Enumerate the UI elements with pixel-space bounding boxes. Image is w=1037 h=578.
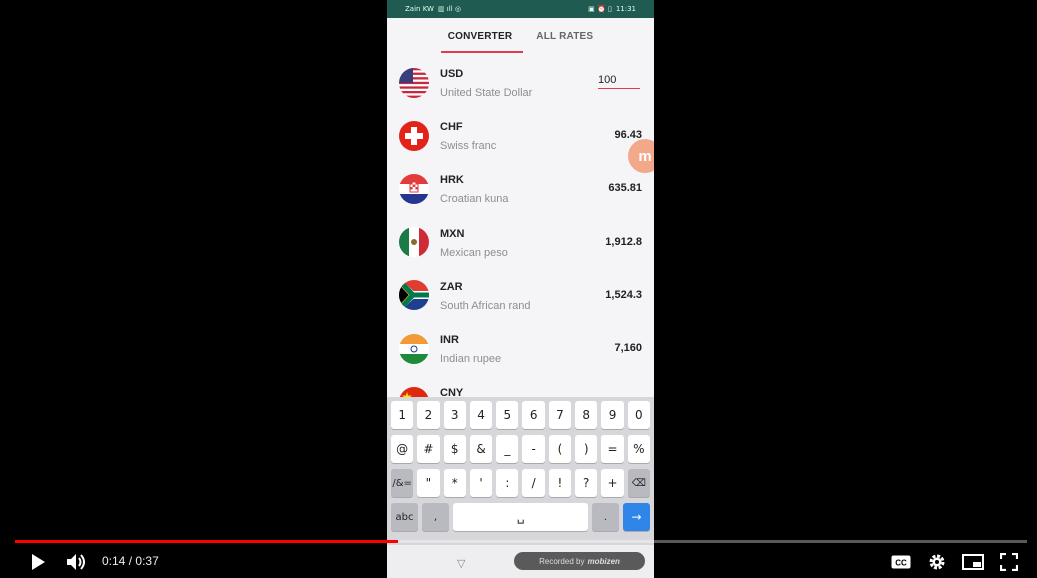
- key-period[interactable]: .: [592, 503, 619, 531]
- svg-text:CC: CC: [895, 559, 907, 568]
- status-icons: ▣ ⏰ ▯: [588, 5, 612, 13]
- currency-row-mxn[interactable]: MXN Mexican peso 1,912.8: [387, 216, 654, 269]
- currency-row-hrk[interactable]: HRK Croatian kuna 635.81: [387, 162, 654, 215]
- keyboard-row-digits: 1 2 3 4 5 6 7 8 9 0: [389, 401, 652, 429]
- carrier-label: Zain KW: [405, 5, 434, 13]
- key-plus[interactable]: +: [601, 469, 624, 497]
- key-exclamation[interactable]: !: [548, 469, 572, 497]
- currency-code: MXN: [440, 227, 465, 240]
- key-slash[interactable]: /: [522, 469, 545, 497]
- player-controls: 0:14 / 0:37 CC: [0, 545, 1037, 578]
- converted-value: 635.81: [608, 182, 642, 195]
- miniplayer-icon[interactable]: [962, 551, 984, 573]
- key-percent[interactable]: %: [627, 435, 650, 463]
- backspace-icon[interactable]: ⌫: [627, 469, 650, 497]
- numeric-keyboard: 1 2 3 4 5 6 7 8 9 0 @ # $ & _ - ( ) = % …: [387, 397, 654, 545]
- tab-bar: CONVERTER ALL RATES: [387, 18, 654, 56]
- key-3[interactable]: 3: [443, 401, 466, 429]
- currency-row-chf[interactable]: CHF Swiss franc 96.43: [387, 109, 654, 162]
- video-player[interactable]: Zain KW ▥ ıll ◎ ▣ ⏰ ▯ 11:31 CONVERTER AL…: [0, 0, 1037, 578]
- progress-bar[interactable]: [15, 540, 1027, 543]
- currency-row-usd[interactable]: USD United State Dollar: [387, 56, 654, 109]
- croatia-flag-icon: [399, 173, 429, 204]
- key-double-quote[interactable]: ": [417, 469, 440, 497]
- key-2[interactable]: 2: [417, 401, 440, 429]
- progress-played: [15, 540, 398, 543]
- amount-input[interactable]: [598, 74, 640, 89]
- india-flag-icon: [399, 333, 429, 364]
- south-africa-flag-icon: [399, 280, 429, 311]
- key-asterisk[interactable]: *: [443, 469, 466, 497]
- settings-icon[interactable]: [926, 551, 948, 573]
- currency-code: HRK: [440, 174, 464, 187]
- duration: 0:37: [135, 554, 159, 568]
- time-display: 0:14 / 0:37: [102, 554, 159, 568]
- key-at[interactable]: @: [391, 435, 414, 463]
- volume-icon[interactable]: [66, 551, 88, 573]
- keyboard-row-bottom: abc , ␣ . →: [389, 503, 652, 531]
- phone-screen: Zain KW ▥ ıll ◎ ▣ ⏰ ▯ 11:31 CONVERTER AL…: [387, 0, 654, 578]
- currency-name: Indian rupee: [440, 352, 502, 365]
- key-6[interactable]: 6: [522, 401, 545, 429]
- key-8[interactable]: 8: [575, 401, 598, 429]
- key-more-symbols[interactable]: /&=: [391, 469, 414, 497]
- status-time: 11:31: [615, 5, 636, 13]
- key-minus[interactable]: -: [522, 435, 545, 463]
- currency-row-zar[interactable]: ZAR South African rand 1,524.3: [387, 269, 654, 322]
- mexico-flag-icon: [399, 227, 429, 258]
- key-0[interactable]: 0: [627, 401, 650, 429]
- key-9[interactable]: 9: [601, 401, 624, 429]
- converted-value: 1,912.8: [605, 235, 642, 248]
- currency-list: USD United State Dollar CHF Swiss franc …: [387, 56, 654, 428]
- currency-name: Croatian kuna: [440, 193, 509, 206]
- us-flag-icon: [399, 67, 429, 98]
- keyboard-row-symbols-2: /&= " * ' : / ! ? + ⌫: [389, 469, 652, 497]
- cc-icon[interactable]: CC: [890, 551, 912, 573]
- key-open-paren[interactable]: (: [548, 435, 572, 463]
- tab-converter[interactable]: CONVERTER: [440, 18, 523, 56]
- currency-name: Mexican peso: [440, 246, 508, 259]
- converted-value: 7,160: [614, 341, 642, 354]
- key-equals[interactable]: =: [601, 435, 624, 463]
- tab-all-rates[interactable]: ALL RATES: [533, 18, 596, 56]
- currency-name: United State Dollar: [440, 87, 533, 99]
- currency-code: ZAR: [440, 280, 463, 293]
- key-4[interactable]: 4: [469, 401, 493, 429]
- current-time: 0:14: [102, 554, 126, 568]
- signal-icon: ▥ ıll ◎: [437, 5, 461, 13]
- key-single-quote[interactable]: ': [469, 469, 493, 497]
- currency-code: USD: [440, 68, 464, 80]
- floating-bubble[interactable]: m: [628, 139, 654, 173]
- enter-arrow-icon[interactable]: →: [623, 503, 650, 531]
- currency-code: CHF: [440, 121, 463, 134]
- converted-value: 1,524.3: [605, 288, 642, 301]
- play-icon[interactable]: [27, 551, 49, 573]
- status-bar: Zain KW ▥ ıll ◎ ▣ ⏰ ▯ 11:31: [387, 0, 654, 18]
- key-1[interactable]: 1: [391, 401, 414, 429]
- key-close-paren[interactable]: ): [575, 435, 598, 463]
- key-5[interactable]: 5: [496, 401, 519, 429]
- key-underscore[interactable]: _: [496, 435, 519, 463]
- key-7[interactable]: 7: [548, 401, 572, 429]
- currency-name: South African rand: [440, 299, 531, 312]
- currency-code: INR: [440, 333, 459, 346]
- key-comma[interactable]: ,: [422, 503, 449, 531]
- key-space[interactable]: ␣: [453, 503, 588, 531]
- keyboard-row-symbols: @ # $ & _ - ( ) = %: [389, 435, 652, 463]
- key-ampersand[interactable]: &: [469, 435, 493, 463]
- fullscreen-icon[interactable]: [998, 551, 1020, 573]
- bubble-label: m: [638, 147, 652, 165]
- key-abc[interactable]: abc: [391, 503, 418, 531]
- key-hash[interactable]: #: [417, 435, 440, 463]
- time-separator: /: [128, 554, 133, 568]
- key-question[interactable]: ?: [575, 469, 598, 497]
- currency-name: Swiss franc: [440, 140, 497, 153]
- key-dollar[interactable]: $: [443, 435, 466, 463]
- currency-row-inr[interactable]: INR Indian rupee 7,160: [387, 322, 654, 375]
- key-colon[interactable]: :: [496, 469, 519, 497]
- switzerland-flag-icon: [399, 120, 429, 151]
